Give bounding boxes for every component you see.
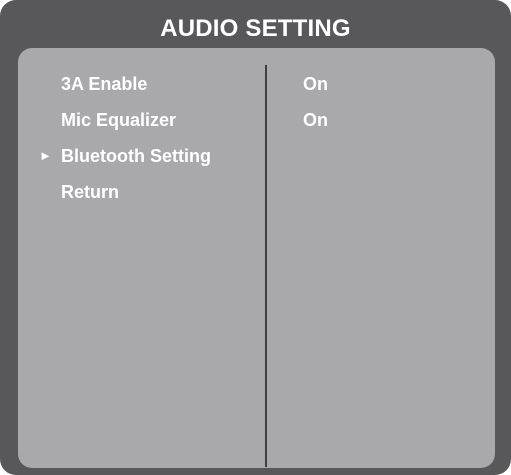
audio-setting-osd: AUDIO SETTING 3A Enable Mic Equalizer ► …	[0, 0, 511, 475]
value-3a-enable[interactable]: On	[303, 66, 483, 102]
menu-item-label: 3A Enable	[61, 74, 148, 94]
column-divider	[265, 65, 267, 467]
menu-list: 3A Enable Mic Equalizer ► Bluetooth Sett…	[18, 66, 263, 210]
menu-item-label: Bluetooth Setting	[61, 146, 211, 166]
menu-title: AUDIO SETTING	[160, 15, 351, 42]
menu-panel: 3A Enable Mic Equalizer ► Bluetooth Sett…	[18, 48, 495, 468]
value-mic-equalizer[interactable]: On	[303, 102, 483, 138]
menu-item-return[interactable]: Return	[18, 174, 263, 210]
menu-item-3a-enable[interactable]: 3A Enable	[18, 66, 263, 102]
menu-item-label: Mic Equalizer	[61, 110, 177, 130]
menu-item-bluetooth-setting[interactable]: ► Bluetooth Setting	[18, 138, 263, 174]
menu-item-mic-equalizer[interactable]: Mic Equalizer	[18, 102, 263, 138]
menu-item-label: Return	[61, 182, 119, 202]
selection-arrow-icon: ►	[39, 148, 52, 163]
value-list: On On	[303, 66, 483, 138]
